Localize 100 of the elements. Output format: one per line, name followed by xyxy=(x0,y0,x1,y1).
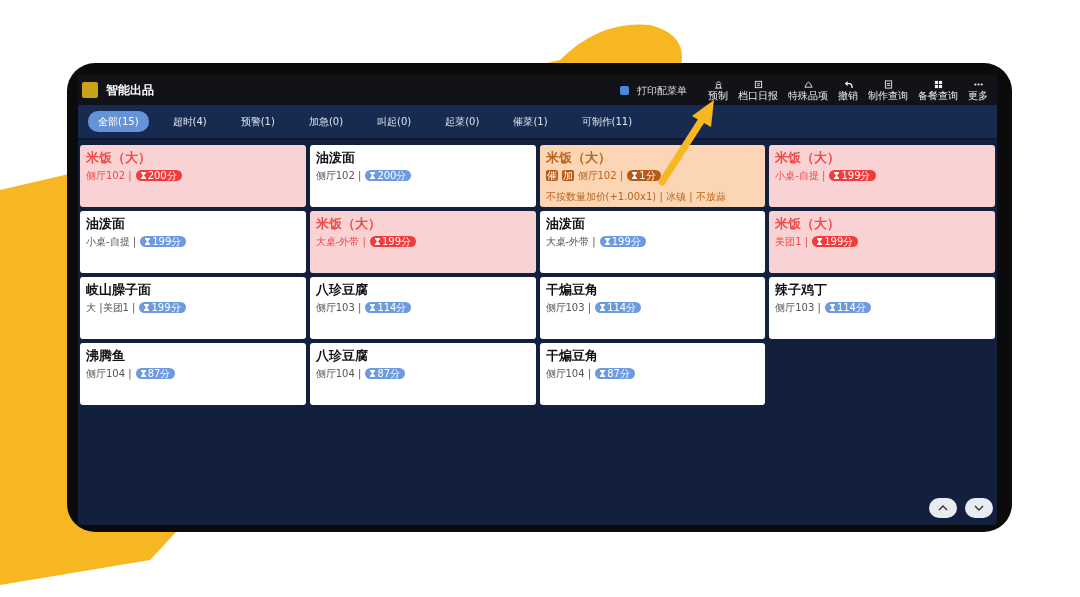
filter-tab[interactable]: 超时(4) xyxy=(162,111,217,132)
order-card[interactable]: 干煸豆角 侧厅103 | 114分 xyxy=(539,277,766,339)
order-card[interactable]: 油泼面 小桌-自提 | 199分 xyxy=(80,211,306,273)
logo-icon xyxy=(82,82,98,98)
order-card[interactable]: 米饭（大） 侧厅102 | 200分 xyxy=(80,145,306,207)
chevron-up-icon xyxy=(938,505,948,511)
wait-time-badge: 199分 xyxy=(140,236,187,247)
filter-tab[interactable]: 可制作(11) xyxy=(571,111,643,132)
filter-tab[interactable]: 加急(0) xyxy=(298,111,354,132)
wait-time-badge: 199分 xyxy=(812,236,859,247)
table-location: 侧厅102 | xyxy=(86,169,132,183)
toolbar-button[interactable]: 更多 xyxy=(963,79,993,101)
filter-tab[interactable]: 催菜(1) xyxy=(503,111,558,132)
wait-time-badge: 199分 xyxy=(829,170,876,181)
print-option-label: 打印配菜单 xyxy=(637,83,687,98)
table-location: 侧厅103 | xyxy=(315,301,362,315)
table-location: 小桌-自提 | xyxy=(86,235,137,249)
dish-name: 八珍豆腐 xyxy=(315,282,369,297)
table-location: 侧厅104 | xyxy=(86,367,132,381)
dish-name: 米饭（大） xyxy=(315,216,382,231)
dish-name: 米饭（大） xyxy=(86,150,152,165)
hourglass-icon xyxy=(370,304,376,311)
wait-time-badge: 87分 xyxy=(135,368,176,379)
hourglass-icon xyxy=(829,304,835,311)
undo-icon xyxy=(843,79,853,89)
dish-name: 干煸豆角 xyxy=(545,282,599,297)
hourglass-icon xyxy=(145,238,151,245)
wait-time-badge: 87分 xyxy=(595,368,635,379)
hourglass-icon xyxy=(370,370,376,377)
wait-time-badge: 200分 xyxy=(135,170,182,181)
wait-time-badge: 200分 xyxy=(365,170,412,181)
table-location: 美团1 | xyxy=(775,235,809,249)
chevron-down-icon xyxy=(974,505,984,511)
dish-name: 油泼面 xyxy=(315,150,356,165)
dish-name: 沸腾鱼 xyxy=(86,348,126,363)
order-card[interactable]: 辣子鸡丁 侧厅103 | 114分 xyxy=(769,277,995,339)
toolbar-button[interactable]: 预制 xyxy=(703,79,733,101)
order-card[interactable]: 八珍豆腐 侧厅104 | 87分 xyxy=(309,343,536,405)
wait-time-badge: 1分 xyxy=(627,170,661,181)
order-tag: 加 xyxy=(561,170,574,181)
order-card[interactable]: 米饭（大） 催 加 侧厅102 | 1分 不按数量加价(+1.00x1) | 冰镇 | 不放蒜 xyxy=(539,145,766,207)
table-location: 侧厅103 | xyxy=(775,301,821,315)
scroll-down-button[interactable] xyxy=(965,498,993,518)
filter-tab[interactable]: 起菜(0) xyxy=(435,111,490,132)
hourglass-icon xyxy=(600,370,606,377)
toolbar-button[interactable]: 制作查询 xyxy=(863,79,913,101)
scroll-up-button[interactable] xyxy=(929,498,957,518)
toolbar-button[interactable]: 撤销 xyxy=(833,79,863,101)
table-location: 侧厅103 | xyxy=(545,301,592,315)
order-tag: 催 xyxy=(545,170,558,181)
order-card[interactable]: 油泼面 大桌-外带 | 199分 xyxy=(539,211,766,273)
filter-tab[interactable]: 预警(1) xyxy=(230,111,285,132)
order-card[interactable]: 岐山臊子面 大 |美团1 | 199分 xyxy=(80,277,306,339)
order-notes: 不按数量加价(+1.00x1) | 冰镇 | 不放蒜 xyxy=(545,190,727,204)
hourglass-icon xyxy=(144,304,150,311)
order-card[interactable]: 八珍豆腐 侧厅103 | 114分 xyxy=(309,277,536,339)
wait-time-badge: 114分 xyxy=(365,302,412,313)
dish-name: 辣子鸡丁 xyxy=(775,282,829,297)
hourglass-icon xyxy=(632,172,638,179)
order-card[interactable]: 米饭（大） 大桌-外带 | 199分 xyxy=(309,211,536,273)
dish-name: 油泼面 xyxy=(545,216,586,231)
dish-name: 干煸豆角 xyxy=(545,348,599,363)
wait-time-badge: 199分 xyxy=(599,236,646,247)
filter-tab[interactable]: 叫起(0) xyxy=(367,111,422,132)
table-location: 大 |美团1 | xyxy=(86,301,136,315)
wait-time-badge: 199分 xyxy=(369,236,416,247)
hourglass-icon xyxy=(374,238,380,245)
hourglass-icon xyxy=(140,172,146,179)
table-location: 侧厅104 | xyxy=(545,367,592,381)
order-card[interactable]: 油泼面 侧厅102 | 200分 xyxy=(309,145,536,207)
wait-time-badge: 87分 xyxy=(365,368,406,379)
print-checkbox[interactable] xyxy=(620,85,629,95)
wait-time-badge: 114分 xyxy=(824,302,871,313)
report-icon xyxy=(753,79,763,89)
hourglass-icon xyxy=(140,370,146,377)
hourglass-icon xyxy=(604,238,610,245)
app-title: 智能出品 xyxy=(106,82,154,99)
document-icon xyxy=(883,79,893,89)
table-location: 侧厅104 | xyxy=(315,367,362,381)
dish-name: 米饭（大） xyxy=(775,216,842,231)
dish-name: 米饭（大） xyxy=(775,150,842,165)
table-location: 大桌-外带 | xyxy=(545,235,596,249)
dish-name: 岐山臊子面 xyxy=(86,282,152,297)
hourglass-icon xyxy=(600,304,606,311)
order-card[interactable]: 沸腾鱼 侧厅104 | 87分 xyxy=(80,343,306,405)
order-card[interactable]: 干煸豆角 侧厅104 | 87分 xyxy=(539,343,766,405)
table-location: 侧厅102 | xyxy=(315,169,362,183)
toolbar-button[interactable]: 特殊品项 xyxy=(783,79,833,101)
wait-time-badge: 114分 xyxy=(595,302,642,313)
toolbar-button[interactable]: 备餐查询 xyxy=(913,79,963,101)
dish-name: 油泼面 xyxy=(86,216,126,231)
order-card[interactable]: 米饭（大） 小桌-自提 | 199分 xyxy=(769,145,995,207)
table-location: 侧厅102 | xyxy=(577,169,624,183)
toolbar-button[interactable]: 档口日报 xyxy=(733,79,783,101)
table-location: 小桌-自提 | xyxy=(775,169,826,183)
dish-name: 八珍豆腐 xyxy=(315,348,369,363)
order-card[interactable]: 米饭（大） 美团1 | 199分 xyxy=(769,211,995,273)
hourglass-icon xyxy=(834,172,840,179)
dish-name: 米饭（大） xyxy=(545,150,612,165)
hourglass-icon xyxy=(817,238,823,245)
